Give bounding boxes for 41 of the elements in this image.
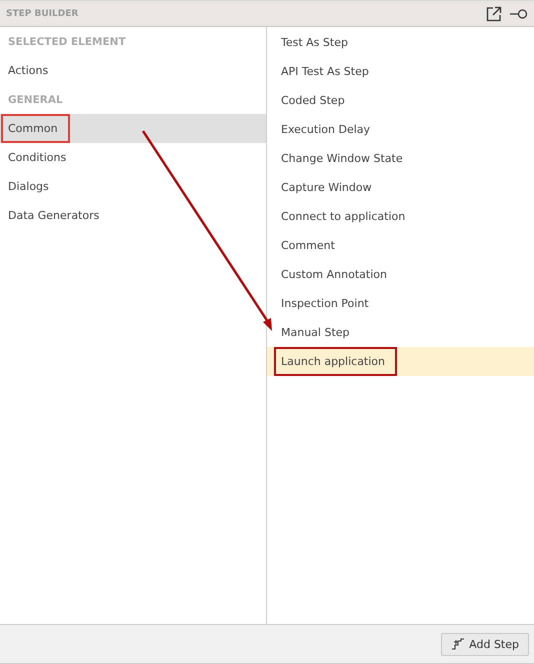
step-label: Execution Delay xyxy=(280,122,372,138)
category-item[interactable]: Data Generators xyxy=(0,201,266,230)
category-label: Common xyxy=(1,114,70,143)
step-item[interactable]: Capture Window xyxy=(267,173,534,202)
step-label: Manual Step xyxy=(280,325,351,341)
category-item[interactable]: Conditions xyxy=(0,143,266,172)
step-label: Custom Annotation xyxy=(280,267,388,283)
step-label: Comment xyxy=(280,238,336,254)
step-item[interactable]: Inspection Point xyxy=(267,289,534,318)
step-item[interactable]: Connect to application xyxy=(267,202,534,231)
category-item[interactable]: Common xyxy=(0,114,266,143)
category-item[interactable]: Actions xyxy=(0,56,266,85)
step-item[interactable]: API Test As Step xyxy=(267,57,534,86)
step-label: Change Window State xyxy=(280,151,404,167)
step-item[interactable]: Launch application xyxy=(267,347,534,376)
step-label: Launch application xyxy=(274,347,398,376)
pop-out-icon[interactable] xyxy=(486,6,502,22)
step-item[interactable]: Manual Step xyxy=(267,318,534,347)
step-item[interactable]: Coded Step xyxy=(267,86,534,115)
steps-icon xyxy=(451,638,466,650)
step-label: Coded Step xyxy=(280,93,346,109)
step-label: Connect to application xyxy=(280,209,406,225)
category-label: Data Generators xyxy=(7,208,100,224)
step-item[interactable]: Change Window State xyxy=(267,144,534,173)
step-label: Inspection Point xyxy=(280,296,370,312)
category-item[interactable]: Dialogs xyxy=(0,172,266,201)
step-label: Test As Step xyxy=(280,35,349,51)
section-heading: SELECTED ELEMENT xyxy=(7,34,127,50)
step-item[interactable]: Custom Annotation xyxy=(267,260,534,289)
section-heading: GENERAL xyxy=(7,92,64,108)
step-item[interactable]: Test As Step xyxy=(267,28,534,57)
category-label: Actions xyxy=(7,63,50,79)
panel-title: STEP BUILDER xyxy=(6,8,78,18)
category-label: Dialogs xyxy=(7,179,50,195)
category-label: Conditions xyxy=(7,150,68,166)
add-step-button[interactable]: Add Step xyxy=(441,632,529,656)
step-label: Capture Window xyxy=(280,180,373,196)
step-label: API Test As Step xyxy=(280,64,370,80)
step-item[interactable]: Comment xyxy=(267,231,534,260)
pin-icon[interactable] xyxy=(510,8,528,18)
step-item[interactable]: Execution Delay xyxy=(267,115,534,144)
